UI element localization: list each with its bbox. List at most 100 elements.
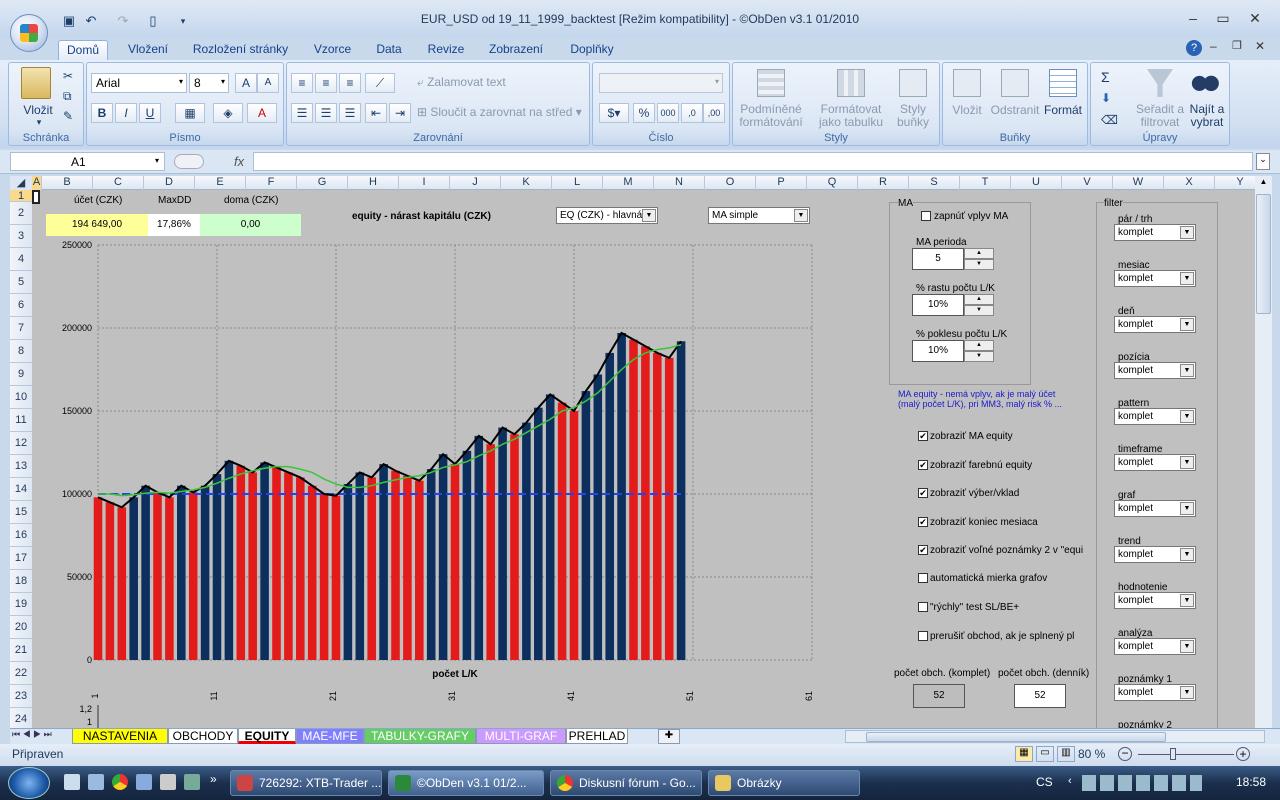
option-checkbox-6[interactable] xyxy=(918,602,928,612)
vertical-scroll-thumb[interactable] xyxy=(1256,194,1271,314)
conditional-format-icon[interactable] xyxy=(757,69,785,97)
number-format-select[interactable]: ▾ xyxy=(599,73,723,93)
row-header-14[interactable]: 14 xyxy=(10,478,32,501)
row-header-16[interactable]: 16 xyxy=(10,524,32,547)
row-header-11[interactable]: 11 xyxy=(10,409,32,432)
sheet-tab-prehlad[interactable]: PREHLAD xyxy=(566,729,628,744)
name-box-dropdown-icon[interactable]: ▾ xyxy=(155,156,159,165)
horizontal-scroll-thumb[interactable] xyxy=(866,732,1166,742)
fill-icon[interactable]: ⬇ xyxy=(1101,91,1111,105)
ma-up-field[interactable]: 10% xyxy=(912,294,964,316)
paste-button[interactable]: Vložit xyxy=(15,103,61,117)
conditional-format-button[interactable]: Podmíněné formátování xyxy=(735,103,807,129)
fx-icon[interactable]: fx xyxy=(170,152,250,171)
option-checkbox-4[interactable]: ✔ xyxy=(918,545,928,555)
align-top-icon[interactable]: ≡ xyxy=(291,73,313,93)
zoom-slider-track[interactable] xyxy=(1138,754,1234,755)
row-header-8[interactable]: 8 xyxy=(10,340,32,363)
align-middle-icon[interactable]: ≡ xyxy=(315,73,337,93)
filter-arrow-icon[interactable]: ▼ xyxy=(1180,686,1194,699)
align-bottom-icon[interactable]: ≡ xyxy=(339,73,361,93)
row-header-13[interactable]: 13 xyxy=(10,455,32,478)
align-right-icon[interactable]: ☰ xyxy=(339,103,361,123)
column-header-q[interactable]: Q xyxy=(807,176,858,190)
row-header-2[interactable]: 2 xyxy=(10,202,32,225)
column-header-a[interactable]: A xyxy=(32,176,42,190)
column-header-w[interactable]: W xyxy=(1113,176,1164,190)
delete-cells-icon[interactable] xyxy=(1001,69,1029,97)
select-all-button[interactable]: ◢ xyxy=(10,176,32,190)
count-daily-value[interactable]: 52 xyxy=(1014,684,1066,708)
ma-toggle-checkbox[interactable] xyxy=(921,211,931,221)
row-header-17[interactable]: 17 xyxy=(10,547,32,570)
spin-up-icon[interactable]: ▲ xyxy=(964,294,994,305)
zoom-out-icon[interactable]: − xyxy=(1118,747,1132,761)
grow-font-icon[interactable]: A xyxy=(235,73,257,93)
clear-icon[interactable]: ⌫ xyxy=(1101,113,1118,127)
chrome-icon[interactable] xyxy=(112,774,128,790)
filter-select-3[interactable]: komplet ▼ xyxy=(1114,362,1196,379)
filter-select-8[interactable]: komplet ▼ xyxy=(1114,592,1196,609)
option-checkbox-2[interactable]: ✔ xyxy=(918,488,928,498)
cell-styles-button[interactable]: Styly buňky xyxy=(891,103,935,129)
option-checkbox-1[interactable]: ✔ xyxy=(918,459,928,470)
quicklaunch-icon-2[interactable] xyxy=(160,774,176,790)
tray-expand-icon[interactable]: ‹ xyxy=(1068,775,1072,787)
insert-sheet-icon[interactable]: ✚ xyxy=(658,729,680,744)
delete-cells-button[interactable]: Odstranit xyxy=(989,103,1041,117)
ma-up-spinner[interactable]: ▲ ▼ xyxy=(964,294,994,316)
autosum-icon[interactable]: Σ xyxy=(1101,69,1110,85)
filter-select-6[interactable]: komplet ▼ xyxy=(1114,500,1196,517)
format-cells-button[interactable]: Formát xyxy=(1041,103,1085,117)
column-header-v[interactable]: V xyxy=(1062,176,1113,190)
column-header-e[interactable]: E xyxy=(195,176,246,190)
ma-period-field[interactable]: 5 xyxy=(912,248,964,270)
name-box[interactable]: A1 xyxy=(10,152,165,171)
increase-decimal-icon[interactable]: ,0 xyxy=(681,103,703,123)
filter-select-0[interactable]: komplet ▼ xyxy=(1114,224,1196,241)
filter-arrow-icon[interactable]: ▼ xyxy=(1180,456,1194,469)
sort-filter-button[interactable]: Seřadit a filtrovat xyxy=(1135,103,1185,129)
sheet-tab-equity[interactable]: EQUITY xyxy=(238,729,296,744)
minimize-icon[interactable]: – xyxy=(1178,10,1208,28)
orientation-icon[interactable]: ⟋ xyxy=(365,73,395,93)
taskbar-pictures[interactable]: Obrázky xyxy=(708,770,860,796)
option-checkbox-3[interactable]: ✔ xyxy=(918,516,928,527)
zoom-in-icon[interactable]: + xyxy=(1236,747,1250,761)
percent-icon[interactable]: % xyxy=(633,103,655,123)
column-header-r[interactable]: R xyxy=(858,176,909,190)
vertical-scrollbar[interactable]: ▲ xyxy=(1255,176,1272,728)
filter-arrow-icon[interactable]: ▼ xyxy=(1180,640,1194,653)
insert-cells-button[interactable]: Vložit xyxy=(947,103,987,117)
column-header-l[interactable]: L xyxy=(552,176,603,190)
zoom-slider-thumb[interactable] xyxy=(1170,748,1176,760)
cell-styles-icon[interactable] xyxy=(899,69,927,97)
binoculars-icon[interactable] xyxy=(1191,69,1219,93)
option-checkbox-0[interactable]: ✔ xyxy=(918,431,928,441)
currency-icon[interactable]: $▾ xyxy=(599,103,629,123)
column-header-o[interactable]: O xyxy=(705,176,756,190)
tab-home[interactable]: Domů xyxy=(58,40,108,60)
taskbar-xtb[interactable]: 726292: XTB-Trader ... xyxy=(230,770,382,796)
workbook-minimize-icon[interactable]: – xyxy=(1210,39,1217,53)
filter-select-4[interactable]: komplet ▼ xyxy=(1114,408,1196,425)
column-header-h[interactable]: H xyxy=(348,176,399,190)
tab-addins[interactable]: Doplňky xyxy=(562,40,622,60)
find-select-button[interactable]: Najít a vybrat xyxy=(1185,103,1229,129)
row-header-3[interactable]: 3 xyxy=(10,225,32,248)
row-header-21[interactable]: 21 xyxy=(10,639,32,662)
cut-icon[interactable]: ✂ xyxy=(63,69,73,83)
borders-icon[interactable]: ▦ xyxy=(175,103,205,123)
ma-down-spinner[interactable]: ▲ ▼ xyxy=(964,340,994,362)
copy-icon[interactable]: ⧉ xyxy=(63,89,72,104)
column-header-p[interactable]: P xyxy=(756,176,807,190)
page-break-view-icon[interactable]: ▥ xyxy=(1057,746,1075,762)
column-header-f[interactable]: F xyxy=(246,176,297,190)
bold-icon[interactable]: B xyxy=(91,103,113,123)
sheet-tab-tabulky-grafy[interactable]: TABULKY-GRAFY xyxy=(364,729,476,744)
formula-input[interactable] xyxy=(253,152,1253,171)
system-tray-icons[interactable] xyxy=(1082,775,1202,791)
workbook-close-icon[interactable]: ✕ xyxy=(1255,39,1265,53)
spin-down-icon[interactable]: ▼ xyxy=(964,351,994,362)
row-header-22[interactable]: 22 xyxy=(10,662,32,685)
